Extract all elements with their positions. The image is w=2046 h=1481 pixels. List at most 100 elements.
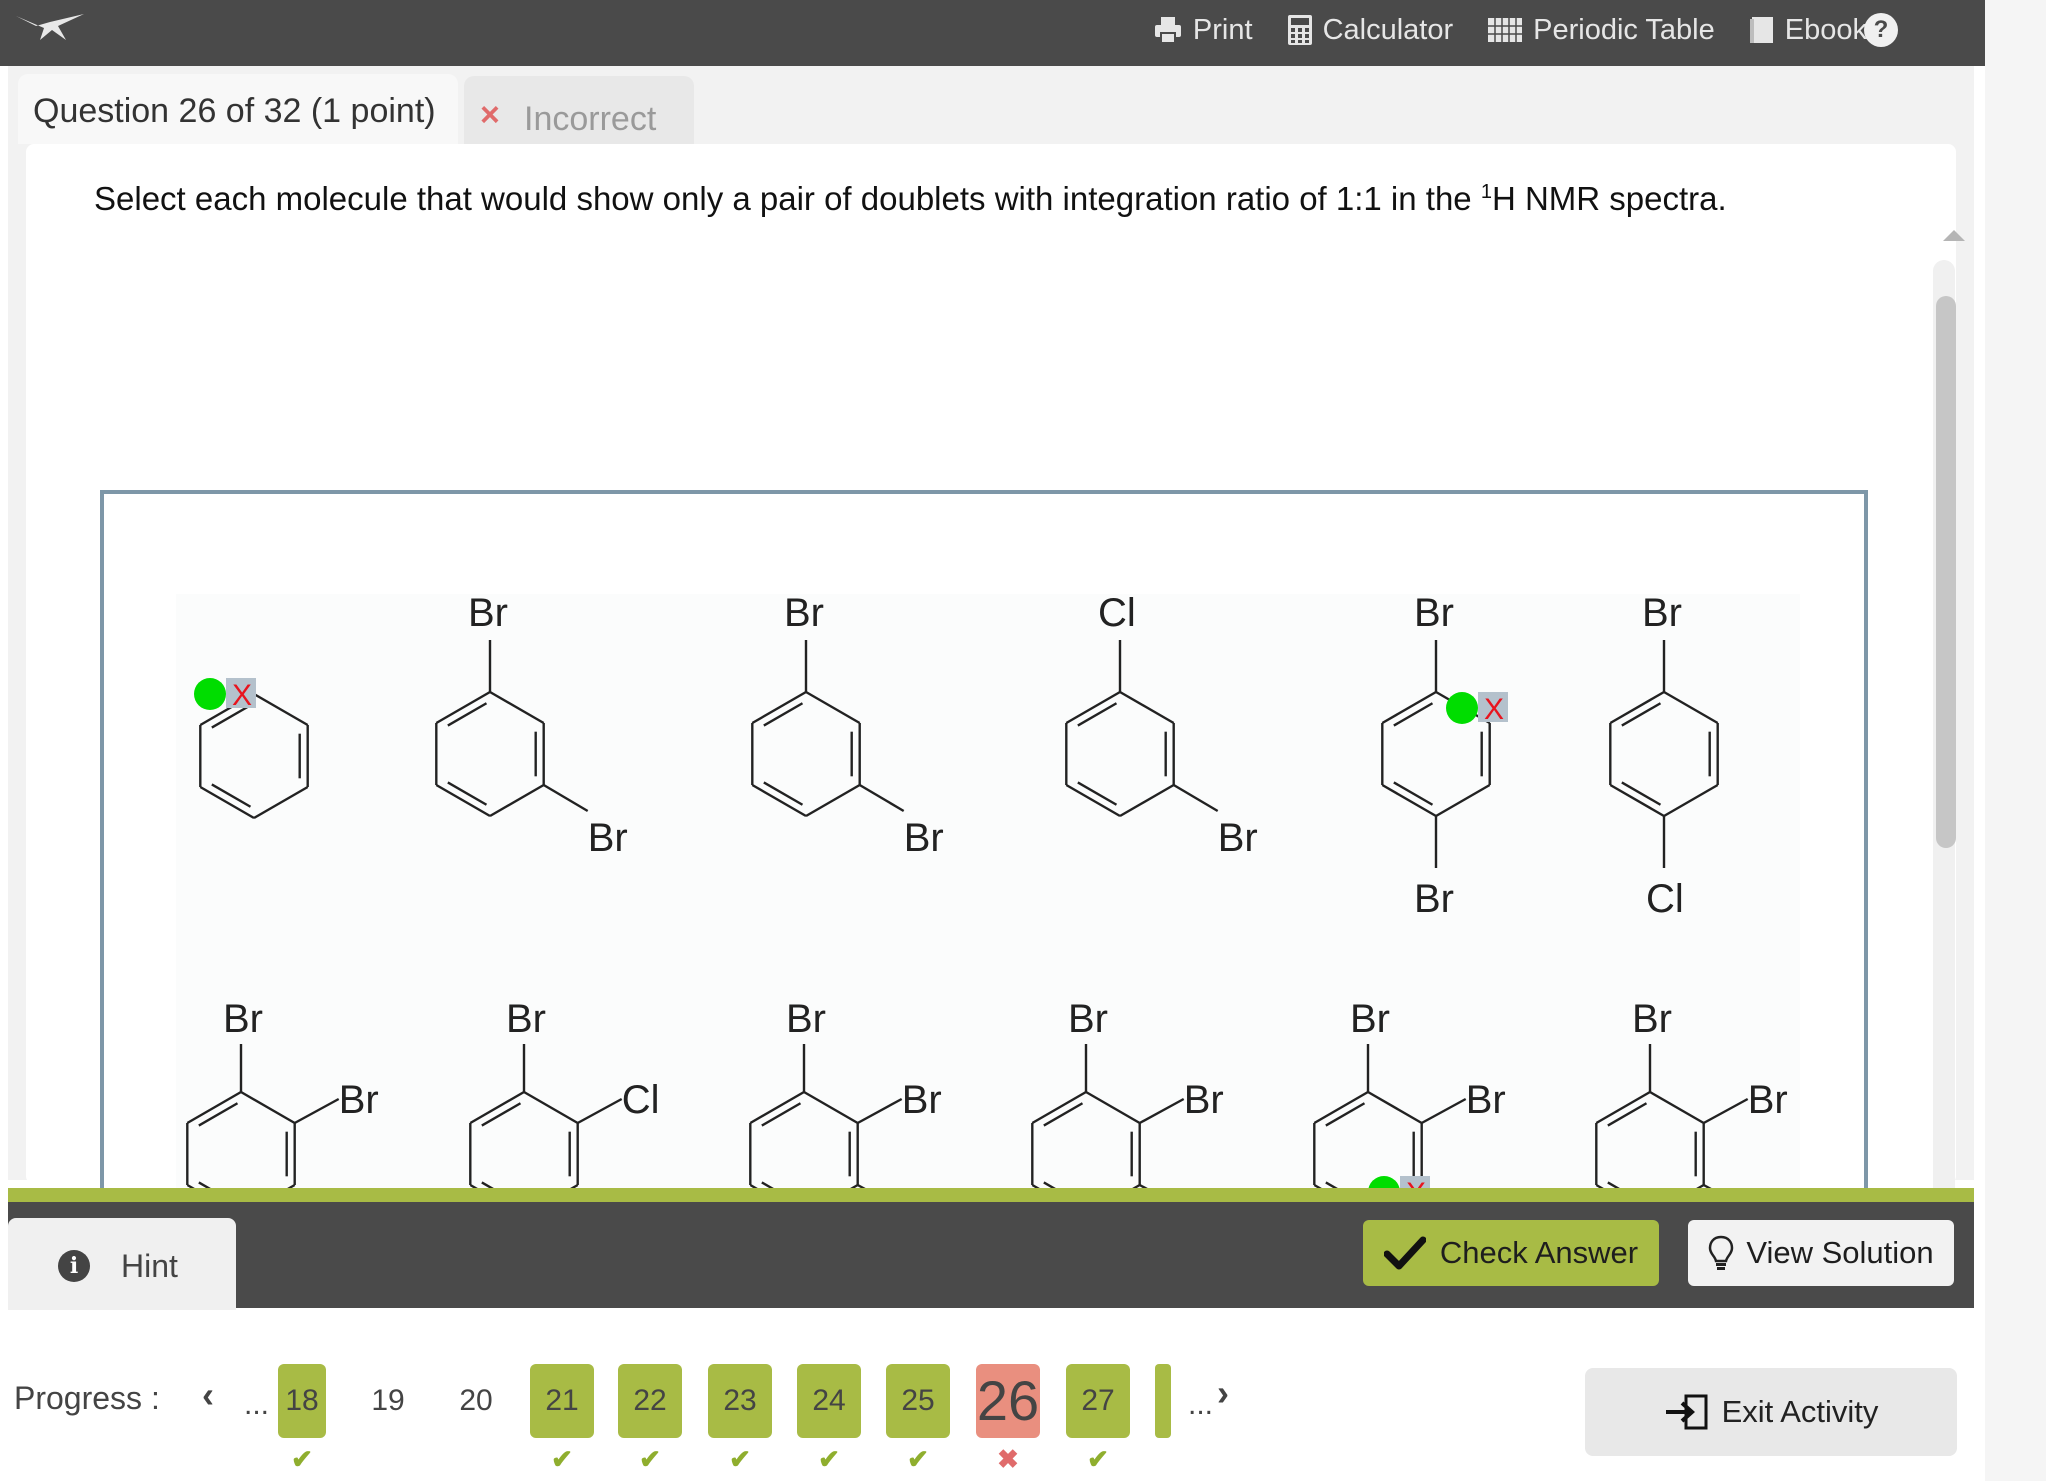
substituent-label: Br [1184, 1078, 1224, 1122]
ring-bond [751, 690, 807, 725]
bond-line [1421, 1097, 1467, 1125]
prompt-superscript: 1 [1480, 181, 1492, 203]
ring-bond [240, 1090, 296, 1125]
view-solution-label: View Solution [1746, 1235, 1934, 1270]
ring-bond [1663, 690, 1719, 725]
info-icon: i [58, 1250, 90, 1282]
progress-ellipsis-end: ... [1188, 1388, 1214, 1421]
ring-bond [1119, 690, 1175, 725]
action-bar: i Hint Check Answer View Solution [8, 1202, 1974, 1310]
substituent-label: Br [1414, 591, 1454, 635]
ring-bond [1595, 1090, 1651, 1125]
correct-check-icon: ✔ [907, 1444, 929, 1474]
progress-item-20[interactable]: 20 [452, 1364, 500, 1438]
ring-bond [1367, 1090, 1423, 1125]
selection-dot [194, 678, 226, 710]
progress-item-number: 24 [812, 1384, 846, 1417]
top-toolbar: Print Calculator Periodic Table Ebook ? [0, 0, 1985, 66]
exit-activity-label: Exit Activity [1721, 1394, 1879, 1429]
ebook-button[interactable]: Ebook [1749, 14, 1867, 47]
ring-double-bond [1077, 702, 1118, 727]
bond-line [1139, 1097, 1185, 1125]
ebook-label: Ebook [1784, 13, 1867, 46]
ring-double-bond [1393, 781, 1434, 806]
check-answer-button[interactable]: Check Answer [1363, 1220, 1659, 1286]
bond-line [294, 1097, 340, 1125]
progress-item-21[interactable]: 21 ✔ [530, 1364, 594, 1472]
ring-bond [1381, 690, 1437, 725]
correct-check-icon: ✔ [551, 1444, 573, 1474]
ring-double-bond [763, 702, 804, 727]
progress-next-arrow[interactable]: › [1217, 1372, 1229, 1414]
molecule-structures[interactable]: X Br Br Br Br Cl Br Br Br X Br Cl Br Br Br Cl Br Br Br Br Br… [104, 494, 1868, 1250]
progress-item-number: 26 [976, 1369, 1040, 1432]
progress-item-number: 23 [723, 1384, 757, 1417]
toolbar-links: Print Calculator Periodic Table Ebook [1153, 0, 1867, 60]
page: Print Calculator Periodic Table Ebook ? … [0, 0, 2046, 1481]
progress-item-number: 25 [901, 1384, 935, 1417]
progress-item-19[interactable]: 19 [364, 1364, 412, 1438]
substituent-label: Br [468, 591, 508, 635]
ring-bond [1609, 783, 1665, 818]
ring-double-bond [1621, 781, 1662, 806]
view-solution-button[interactable]: View Solution [1688, 1220, 1954, 1286]
substituent-label: Br [1218, 816, 1258, 860]
progress-item-number: 27 [1081, 1384, 1115, 1417]
hint-label: Hint [121, 1248, 178, 1284]
ring-bond [1663, 783, 1719, 818]
print-button[interactable]: Print [1153, 14, 1253, 47]
ring-bond [489, 690, 545, 725]
progress-label: Progress : [14, 1380, 160, 1416]
ring-bond [1313, 1090, 1369, 1125]
right-gutter [1985, 0, 2046, 1481]
progress-item-26[interactable]: 26 ✖ [976, 1364, 1040, 1472]
ring-bond [469, 1090, 525, 1125]
scroll-up-arrow[interactable] [1943, 230, 1965, 241]
bond-line [857, 1097, 903, 1125]
selection-marker-x: X [232, 679, 252, 712]
ring-bond [805, 690, 861, 725]
progress-item-18[interactable]: 18 ✔ [278, 1364, 326, 1472]
ring-bond [489, 783, 545, 818]
correct-check-icon: ✔ [818, 1444, 840, 1474]
ring-double-bond [1043, 1102, 1084, 1127]
calculator-icon [1287, 15, 1312, 45]
progress-item-partial[interactable] [1155, 1364, 1171, 1438]
correct-check-icon: ✔ [729, 1444, 751, 1474]
scrollbar-thumb[interactable] [1936, 296, 1956, 848]
ring-bond [1609, 690, 1665, 725]
status-label: Incorrect [524, 100, 657, 138]
ring-double-bond [481, 1102, 522, 1127]
progress-ellipsis-start: ... [244, 1388, 270, 1421]
progress-item-27[interactable]: 27 ✔ [1066, 1364, 1130, 1472]
ring-double-bond [211, 783, 252, 808]
help-icon[interactable]: ? [1864, 13, 1898, 47]
ring-bond [435, 783, 491, 818]
question-area: Question 26 of 32 (1 point) × Incorrect … [8, 66, 1974, 1250]
status-tab: × Incorrect [464, 76, 694, 144]
progress-item-number: 18 [285, 1384, 319, 1417]
exit-activity-button[interactable]: Exit Activity [1585, 1368, 1957, 1456]
periodic-table-icon [1488, 18, 1523, 42]
progress-item-22[interactable]: 22 ✔ [618, 1364, 682, 1472]
calculator-button[interactable]: Calculator [1287, 14, 1453, 47]
ring-bond [186, 1090, 242, 1125]
substituent-label: Br [786, 997, 826, 1041]
progress-prev-arrow[interactable]: ‹ [202, 1374, 214, 1416]
bond-line [577, 1097, 623, 1125]
progress-item-24[interactable]: 24 ✔ [797, 1364, 861, 1472]
substituent-label: Br [588, 816, 628, 860]
substituent-label: Br [1068, 997, 1108, 1041]
hint-button[interactable]: i Hint [8, 1218, 236, 1310]
progress-item-25[interactable]: 25 ✔ [886, 1364, 950, 1472]
ring-bond [523, 1090, 579, 1125]
progress-item-number: 21 [545, 1384, 579, 1417]
question-prompt: Select each molecule that would show onl… [94, 180, 1727, 218]
substituent-label: Br [506, 997, 546, 1041]
periodic-table-button[interactable]: Periodic Table [1487, 14, 1715, 47]
ring-bond [749, 1090, 805, 1125]
book-icon [1749, 17, 1773, 43]
progress-item-23[interactable]: 23 ✔ [708, 1364, 772, 1472]
substituent-label: Br [904, 816, 944, 860]
incorrect-icon: × [480, 96, 500, 134]
